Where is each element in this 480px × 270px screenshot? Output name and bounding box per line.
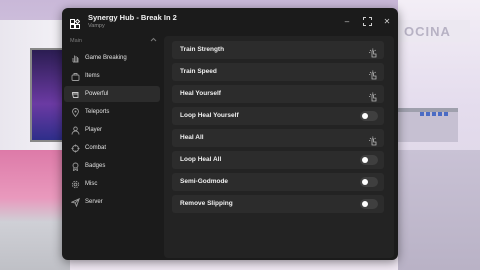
toggle-knob [362,113,368,119]
loop-heal-all-row: Loop Heal All [172,151,384,169]
tap-icon [368,45,378,58]
sidebar: Main Game Breaking Items Powerful Telepo… [62,36,162,260]
sidebar-item-teleports[interactable]: Teleports [64,104,160,120]
background-stripe [420,112,450,116]
row-label: Train Strength [180,46,225,53]
window-subtitle: Vampy [88,23,105,29]
train-strength-button[interactable]: Train Strength [172,41,384,59]
loop-heal-yourself-row: Loop Heal Yourself [172,107,384,125]
badge-icon [70,161,80,171]
hand-icon [70,53,80,63]
row-label: Loop Heal All [180,156,222,163]
maximize-button[interactable] [362,16,372,26]
crosshair-icon [70,143,80,153]
background-floor-left [0,150,70,270]
sidebar-item-player[interactable]: Player [64,122,160,138]
remove-slipping-row: Remove Slipping [172,195,384,213]
sidebar-item-label: Game Breaking [85,55,127,61]
sidebar-item-label: Powerful [85,91,109,97]
location-pin-icon [70,107,80,117]
sidebar-section-label: Main [70,38,82,44]
bag-icon [70,71,80,81]
title-bar[interactable]: Synergy Hub - Break In 2 Vampy – ✕ [62,8,398,34]
sidebar-item-items[interactable]: Items [64,68,160,84]
row-label: Loop Heal Yourself [180,112,239,119]
sidebar-item-label: Items [85,73,100,79]
sidebar-item-powerful[interactable]: Powerful [64,86,160,102]
train-speed-button[interactable]: Train Speed [172,63,384,81]
tap-icon [368,67,378,80]
chevron-up-icon[interactable] [150,37,157,44]
sidebar-item-misc[interactable]: Misc [64,176,160,192]
sidebar-item-label: Combat [85,145,107,151]
semi-godmode-toggle[interactable] [360,177,378,187]
tap-icon [368,133,378,146]
heal-yourself-button[interactable]: Heal Yourself [172,85,384,103]
semi-godmode-row: Semi-Godmode [172,173,384,191]
row-label: Heal Yourself [180,90,221,97]
row-label: Remove Slipping [180,200,233,207]
content-panel: Train Strength Train Speed Heal Yourself… [164,36,394,258]
sidebar-item-badges[interactable]: Badges [64,158,160,174]
heal-all-button[interactable]: Heal All [172,129,384,147]
maximize-icon [362,16,372,26]
sidebar-item-label: Teleports [85,109,110,115]
loop-heal-all-toggle[interactable] [360,155,378,165]
sidebar-item-label: Player [85,127,103,133]
sidebar-item-server[interactable]: Server [64,194,160,210]
toggle-knob [362,201,368,207]
gear-icon [70,179,80,189]
loop-heal-yourself-toggle[interactable] [360,111,378,121]
user-icon [70,125,80,135]
toggle-knob [362,179,368,185]
background-floor-right [398,150,480,270]
hub-window: Synergy Hub - Break In 2 Vampy – ✕ Main … [62,8,398,260]
sidebar-item-label: Misc [85,181,98,187]
fist-icon [70,89,80,99]
sidebar-item-label: Badges [85,163,106,169]
minimize-button[interactable]: – [342,16,352,26]
window-title: Synergy Hub - Break In 2 [88,13,177,22]
row-label: Semi-Godmode [180,178,229,185]
tap-icon [368,89,378,102]
row-label: Train Speed [180,68,217,75]
close-button[interactable]: ✕ [382,16,392,26]
remove-slipping-toggle[interactable] [360,199,378,209]
row-label: Heal All [180,134,204,141]
send-icon [70,197,80,207]
sidebar-item-game-breaking[interactable]: Game Breaking [64,50,160,66]
sidebar-item-label: Server [85,199,103,205]
sidebar-item-combat[interactable]: Combat [64,140,160,156]
background-sign: OCINA [398,20,470,42]
toggle-knob [362,157,368,163]
hub-logo-icon [70,16,81,29]
